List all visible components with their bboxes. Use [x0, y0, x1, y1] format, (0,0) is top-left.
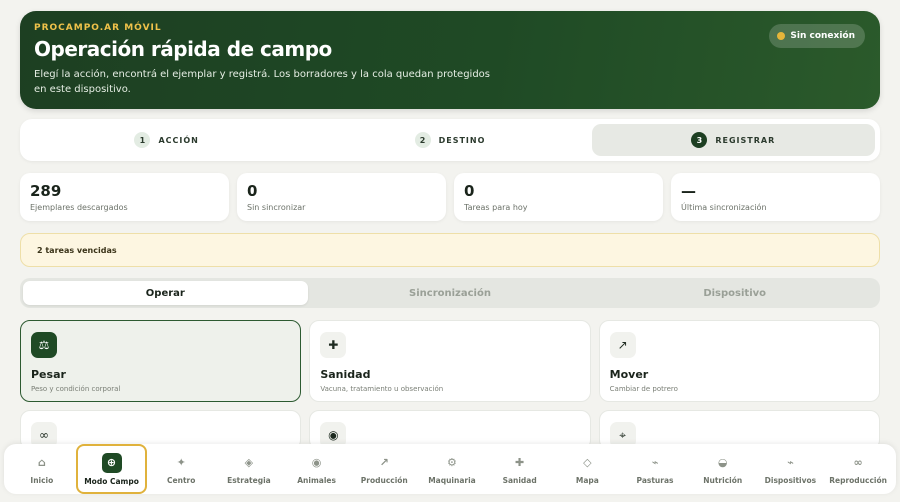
- nav-label: Sanidad: [502, 475, 537, 485]
- action-subtitle: Cambiar de potrero: [609, 385, 678, 393]
- stat-value: 0: [464, 182, 475, 200]
- nav-animales[interactable]: ◉ Animales: [283, 444, 351, 494]
- action-grid: ⚖ Pesar Peso y condición corporal ✚ Sani…: [20, 320, 880, 450]
- step-number: 2: [414, 132, 431, 148]
- stat-value: —: [681, 182, 696, 200]
- action-title: Mover: [609, 368, 649, 381]
- action-title: Sanidad: [320, 368, 371, 381]
- action-mover[interactable]: ↗ Mover Cambiar de potrero: [598, 320, 880, 402]
- app-eyebrow: PROCAMPO.AR MÓVIL: [34, 23, 162, 33]
- page-title: Operación rápida de campo: [34, 37, 332, 61]
- pasture-icon: ⌁: [651, 456, 659, 469]
- bowl-icon: ◒: [717, 456, 728, 469]
- offline-dot-icon: [777, 32, 786, 40]
- strategy-icon: ◈: [244, 456, 254, 469]
- section-tabs: Operar Sincronización Dispositivo: [20, 278, 880, 308]
- nav-label: Pasturas: [636, 475, 674, 485]
- nav-label: Nutrición: [703, 475, 743, 485]
- scale-icon: ⚖: [31, 332, 57, 358]
- nav-label: Centro: [167, 475, 196, 485]
- stat-label: Sin sincronizar: [247, 203, 306, 212]
- tab-sincronizacion[interactable]: Sincronización: [308, 281, 593, 305]
- overdue-tasks-alert[interactable]: 2 tareas vencidas: [20, 233, 880, 267]
- hero-banner: PROCAMPO.AR MÓVIL Operación rápida de ca…: [20, 11, 880, 109]
- page-description: Elegí la acción, encontrá el ejemplar y …: [34, 69, 490, 95]
- nav-nutricion[interactable]: ◒ Nutrición: [689, 444, 757, 494]
- plus-icon: ✚: [515, 456, 525, 469]
- nav-dispositivos[interactable]: ⌁ Dispositivos: [757, 444, 825, 494]
- nav-sanidad[interactable]: ✚ Sanidad: [486, 444, 554, 494]
- nav-label: Modo Campo: [84, 476, 139, 486]
- nav-reproduccion[interactable]: ∞ Reproducción: [824, 444, 892, 494]
- nav-estrategia[interactable]: ◈ Estrategia: [215, 444, 283, 494]
- nav-produccion[interactable]: ↗ Producción: [350, 444, 418, 494]
- nav-pasturas[interactable]: ⌁ Pasturas: [621, 444, 689, 494]
- step-destino[interactable]: 2 DESTINO: [308, 124, 591, 156]
- action-pesar[interactable]: ⚖ Pesar Peso y condición corporal: [20, 320, 302, 402]
- bottom-navigation: ⌂ Inicio ⊕ Modo Campo ✦ Centro ◈ Estrate…: [4, 444, 896, 494]
- step-label: ACCIÓN: [158, 135, 199, 145]
- stat-label: Tareas para hoy: [464, 203, 528, 212]
- step-number: 1: [134, 132, 151, 148]
- step-label: REGISTRAR: [715, 135, 776, 145]
- map-diamond-icon: ◇: [583, 456, 592, 469]
- step-accion[interactable]: 1 ACCIÓN: [25, 124, 308, 156]
- action-title: Pesar: [31, 368, 66, 381]
- nav-centro[interactable]: ✦ Centro: [147, 444, 215, 494]
- stats-row: 289 Ejemplares descargados 0 Sin sincron…: [20, 173, 880, 221]
- step-registrar[interactable]: 3 REGISTRAR: [591, 124, 875, 156]
- nav-mapa[interactable]: ◇ Mapa: [554, 444, 622, 494]
- trend-arrow-icon: ↗: [379, 456, 389, 469]
- home-icon: ⌂: [37, 456, 46, 469]
- nav-inicio[interactable]: ⌂ Inicio: [8, 444, 76, 494]
- stat-value: 289: [30, 182, 62, 200]
- gear-icon: ⚙: [447, 456, 457, 469]
- nav-maquinaria[interactable]: ⚙ Maquinaria: [418, 444, 486, 494]
- nav-label: Dispositivos: [764, 475, 817, 485]
- nav-label: Inicio: [30, 475, 54, 485]
- stat-value: 0: [247, 182, 258, 200]
- nav-modo-campo[interactable]: ⊕ Modo Campo: [75, 444, 148, 494]
- action-sanidad[interactable]: ✚ Sanidad Vacuna, tratamiento u observac…: [309, 320, 591, 402]
- nav-label: Maquinaria: [428, 475, 476, 485]
- arrow-up-right-icon: ↗: [609, 332, 636, 358]
- infinity-icon: ∞: [853, 456, 863, 469]
- connection-status-badge[interactable]: Sin conexión: [769, 24, 865, 48]
- stat-ejemplares: 289 Ejemplares descargados: [20, 173, 229, 221]
- nav-label: Animales: [297, 475, 336, 485]
- stat-label: Última sincronización: [681, 203, 767, 212]
- animal-icon: ◉: [311, 456, 322, 469]
- alert-text: 2 tareas vencidas: [37, 245, 117, 255]
- tab-dispositivo[interactable]: Dispositivo: [592, 281, 877, 305]
- stat-tareas-hoy: 0 Tareas para hoy: [454, 173, 663, 221]
- connection-status-label: Sin conexión: [790, 31, 855, 41]
- sparkle-icon: ✦: [176, 456, 186, 469]
- device-icon: ⌁: [787, 456, 794, 469]
- nav-label: Estrategia: [227, 475, 271, 485]
- stat-ultima-sync: — Última sincronización: [671, 173, 880, 221]
- tab-operar[interactable]: Operar: [23, 281, 308, 305]
- nav-label: Producción: [360, 475, 408, 485]
- field-mode-icon: ⊕: [101, 452, 122, 473]
- stat-label: Ejemplares descargados: [30, 203, 128, 212]
- workflow-stepper: 1 ACCIÓN 2 DESTINO 3 REGISTRAR: [20, 119, 880, 161]
- nav-label: Mapa: [575, 475, 599, 485]
- stat-sin-sincronizar: 0 Sin sincronizar: [237, 173, 446, 221]
- step-label: DESTINO: [438, 135, 486, 145]
- plus-icon: ✚: [320, 332, 347, 358]
- action-subtitle: Vacuna, tratamiento u observación: [320, 385, 444, 393]
- action-subtitle: Peso y condición corporal: [31, 385, 121, 393]
- nav-label: Reproducción: [829, 475, 887, 485]
- step-number: 3: [691, 132, 708, 148]
